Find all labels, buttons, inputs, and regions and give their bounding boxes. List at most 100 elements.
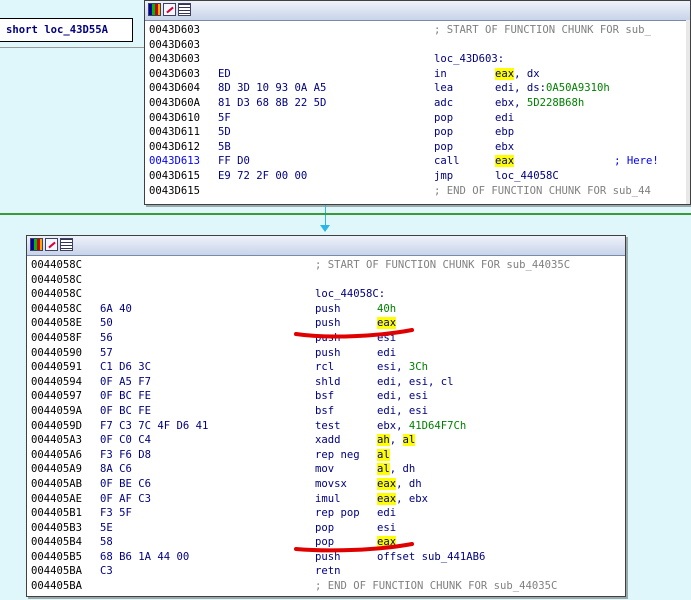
operand[interactable]: ah, al bbox=[377, 433, 416, 448]
listing-line[interactable]: 0043D610 5F pop edi bbox=[149, 111, 690, 126]
operand[interactable]: al bbox=[377, 448, 390, 463]
mnemonic[interactable]: retn bbox=[315, 564, 341, 579]
operand[interactable]: esi bbox=[377, 521, 396, 536]
listing-line[interactable]: 0043D60A 81 D3 68 8B 22 5D adc ebx, 5D228B6… bbox=[149, 96, 690, 111]
operand[interactable]: eax, dx bbox=[495, 67, 540, 82]
listing-line[interactable]: 00440591 C1 D6 3C rcl esi, 3Ch bbox=[31, 360, 625, 375]
listing-line[interactable]: 0043D603 ED in eax, dx bbox=[149, 67, 690, 82]
mnemonic[interactable]: imul bbox=[315, 492, 341, 507]
listing-line[interactable]: 0043D611 5D pop ebp bbox=[149, 125, 690, 140]
operand[interactable]: edi bbox=[377, 506, 396, 521]
edit-icon[interactable] bbox=[45, 238, 58, 251]
operand[interactable]: loc_44058C bbox=[495, 169, 559, 184]
line-address: 0044058C bbox=[31, 288, 83, 301]
listing-line[interactable]: 004405B3 5E pop esi bbox=[31, 521, 625, 536]
opcode-bytes: C1 D6 3C bbox=[100, 361, 152, 374]
operand[interactable]: ebp bbox=[495, 125, 514, 140]
jump-target-label-box[interactable]: short loc_43D55A bbox=[0, 18, 133, 42]
operand[interactable]: al, dh bbox=[377, 462, 415, 477]
operand-text: , dh bbox=[389, 463, 416, 476]
line-address: 004405A6 bbox=[31, 448, 83, 461]
operand[interactable]: eax, dh bbox=[377, 477, 422, 492]
listing-line[interactable]: 0043D603 bbox=[149, 38, 690, 53]
mnemonic[interactable]: mov bbox=[315, 462, 334, 477]
line-address: 00440590 bbox=[31, 346, 83, 359]
mnemonic[interactable]: pop bbox=[434, 111, 453, 126]
operand[interactable]: ebx, 41D64F7Ch bbox=[377, 419, 466, 434]
mnemonic[interactable]: push bbox=[315, 346, 341, 361]
listing-line[interactable]: 00440597 0F BC FE bsf edi, esi bbox=[31, 389, 625, 404]
opcode-bytes: 0F AF C3 bbox=[100, 492, 152, 505]
mnemonic[interactable]: call bbox=[434, 154, 460, 169]
mnemonic[interactable]: in bbox=[434, 67, 447, 82]
listing-line[interactable]: 0043D615 E9 72 2F 00 00 jmp loc_44058C bbox=[149, 169, 690, 184]
operand[interactable]: esi, 3Ch bbox=[377, 360, 428, 375]
graph-view-icon[interactable] bbox=[30, 238, 43, 251]
listing-line[interactable]: 004405AB 0F BE C6 movsx eax, dh bbox=[31, 477, 625, 492]
code-block-top[interactable]: 0043D603 ; START OF FUNCTION CHUNK FOR su… bbox=[144, 0, 691, 205]
operand[interactable]: edi bbox=[495, 111, 514, 126]
listing-line[interactable]: 0043D613 FF D0 call eax ; Here! bbox=[149, 154, 690, 169]
operand-number: 5D228B68h bbox=[526, 96, 585, 109]
chunk-comment: ; END OF FUNCTION CHUNK FOR sub_44035C bbox=[315, 580, 558, 593]
listing-line[interactable]: 004405A9 8A C6 mov al, dh bbox=[31, 462, 625, 477]
operand[interactable]: edi, ds:0A50A9310h bbox=[495, 81, 610, 96]
listing-line[interactable]: 004405BA ; END OF FUNCTION CHUNK FOR sub_… bbox=[31, 579, 625, 594]
text-view-icon[interactable] bbox=[178, 3, 191, 16]
mnemonic[interactable]: test bbox=[315, 419, 341, 434]
mnemonic[interactable]: bsf bbox=[315, 404, 334, 419]
mnemonic[interactable]: jmp bbox=[434, 169, 453, 184]
operand[interactable]: edi, esi, cl bbox=[377, 375, 454, 390]
graph-view-icon[interactable] bbox=[148, 3, 161, 16]
mnemonic[interactable]: pop bbox=[315, 521, 334, 536]
operand[interactable]: ebx bbox=[495, 140, 514, 155]
listing-line[interactable]: 004405A3 0F C0 C4 xadd ah, al bbox=[31, 433, 625, 448]
operand[interactable]: edi, esi bbox=[377, 404, 428, 419]
mnemonic[interactable]: movsx bbox=[315, 477, 347, 492]
flow-edge-line bbox=[0, 213, 691, 215]
listing-line[interactable]: 0043D603 ; START OF FUNCTION CHUNK FOR su… bbox=[149, 23, 690, 38]
mnemonic[interactable]: pop bbox=[434, 140, 453, 155]
mnemonic[interactable]: adc bbox=[434, 96, 453, 111]
flow-arrow-icon bbox=[320, 225, 330, 232]
listing-line[interactable]: 0044058C 6A 40 push 40h bbox=[31, 302, 625, 317]
listing-line[interactable]: 0043D615 ; END OF FUNCTION CHUNK FOR sub_… bbox=[149, 184, 690, 199]
line-address: 0044059A bbox=[31, 404, 83, 417]
edit-icon[interactable] bbox=[163, 3, 176, 16]
operand[interactable]: eax ; Here! bbox=[495, 154, 659, 169]
mnemonic[interactable]: push bbox=[315, 302, 341, 317]
listing-line[interactable]: 0044059A 0F BC FE bsf edi, esi bbox=[31, 404, 625, 419]
operand[interactable]: ebx, 5D228B68h bbox=[495, 96, 584, 111]
listing-line[interactable]: 0043D604 8D 3D 10 93 0A A5 lea edi, ds:0A50… bbox=[149, 81, 690, 96]
listing-line[interactable]: 004405B1 F3 5F rep pop edi bbox=[31, 506, 625, 521]
mnemonic[interactable]: shld bbox=[315, 375, 341, 390]
listing-line[interactable]: 0044058C ; START OF FUNCTION CHUNK FOR su… bbox=[31, 258, 625, 273]
listing-line[interactable]: 004405BA C3 retn bbox=[31, 564, 625, 579]
opcode-bytes: 6A 40 bbox=[100, 302, 132, 315]
mnemonic[interactable]: bsf bbox=[315, 389, 334, 404]
listing-line[interactable]: 004405AE 0F AF C3 imul eax, ebx bbox=[31, 492, 625, 507]
mnemonic[interactable]: rep pop bbox=[315, 506, 360, 521]
vertical-scrollbar[interactable] bbox=[686, 20, 690, 204]
listing-line[interactable]: 004405A6 F3 F6 D8 rep neg al bbox=[31, 448, 625, 463]
listing-line[interactable]: 0043D612 5B pop ebx bbox=[149, 140, 690, 155]
opcode-bytes: F3 5F bbox=[100, 507, 132, 520]
mnemonic[interactable]: rep neg bbox=[315, 448, 360, 463]
listing-line[interactable]: 00440590 57 push edi bbox=[31, 346, 625, 361]
listing-line[interactable]: 0044058C bbox=[31, 273, 625, 288]
operand[interactable]: edi bbox=[377, 346, 396, 361]
listing-line[interactable]: 0043D603 loc_43D603: bbox=[149, 52, 690, 67]
mnemonic[interactable]: pop bbox=[434, 125, 453, 140]
line-address: 004405B4 bbox=[31, 536, 83, 549]
mnemonic[interactable]: lea bbox=[434, 81, 453, 96]
operand[interactable]: eax, ebx bbox=[377, 492, 428, 507]
listing-line[interactable]: 0044058C loc_44058C: bbox=[31, 287, 625, 302]
mnemonic[interactable]: rcl bbox=[315, 360, 334, 375]
listing-line[interactable]: 0044059D F7 C3 7C 4F D6 41 test ebx, 41D64F… bbox=[31, 419, 625, 434]
operand[interactable]: 40h bbox=[377, 302, 396, 317]
text-view-icon[interactable] bbox=[60, 238, 73, 251]
operand[interactable]: edi, esi bbox=[377, 389, 428, 404]
red-underline-marker bbox=[294, 328, 414, 339]
mnemonic[interactable]: xadd bbox=[315, 433, 341, 448]
listing-line[interactable]: 00440594 0F A5 F7 shld edi, esi, cl bbox=[31, 375, 625, 390]
